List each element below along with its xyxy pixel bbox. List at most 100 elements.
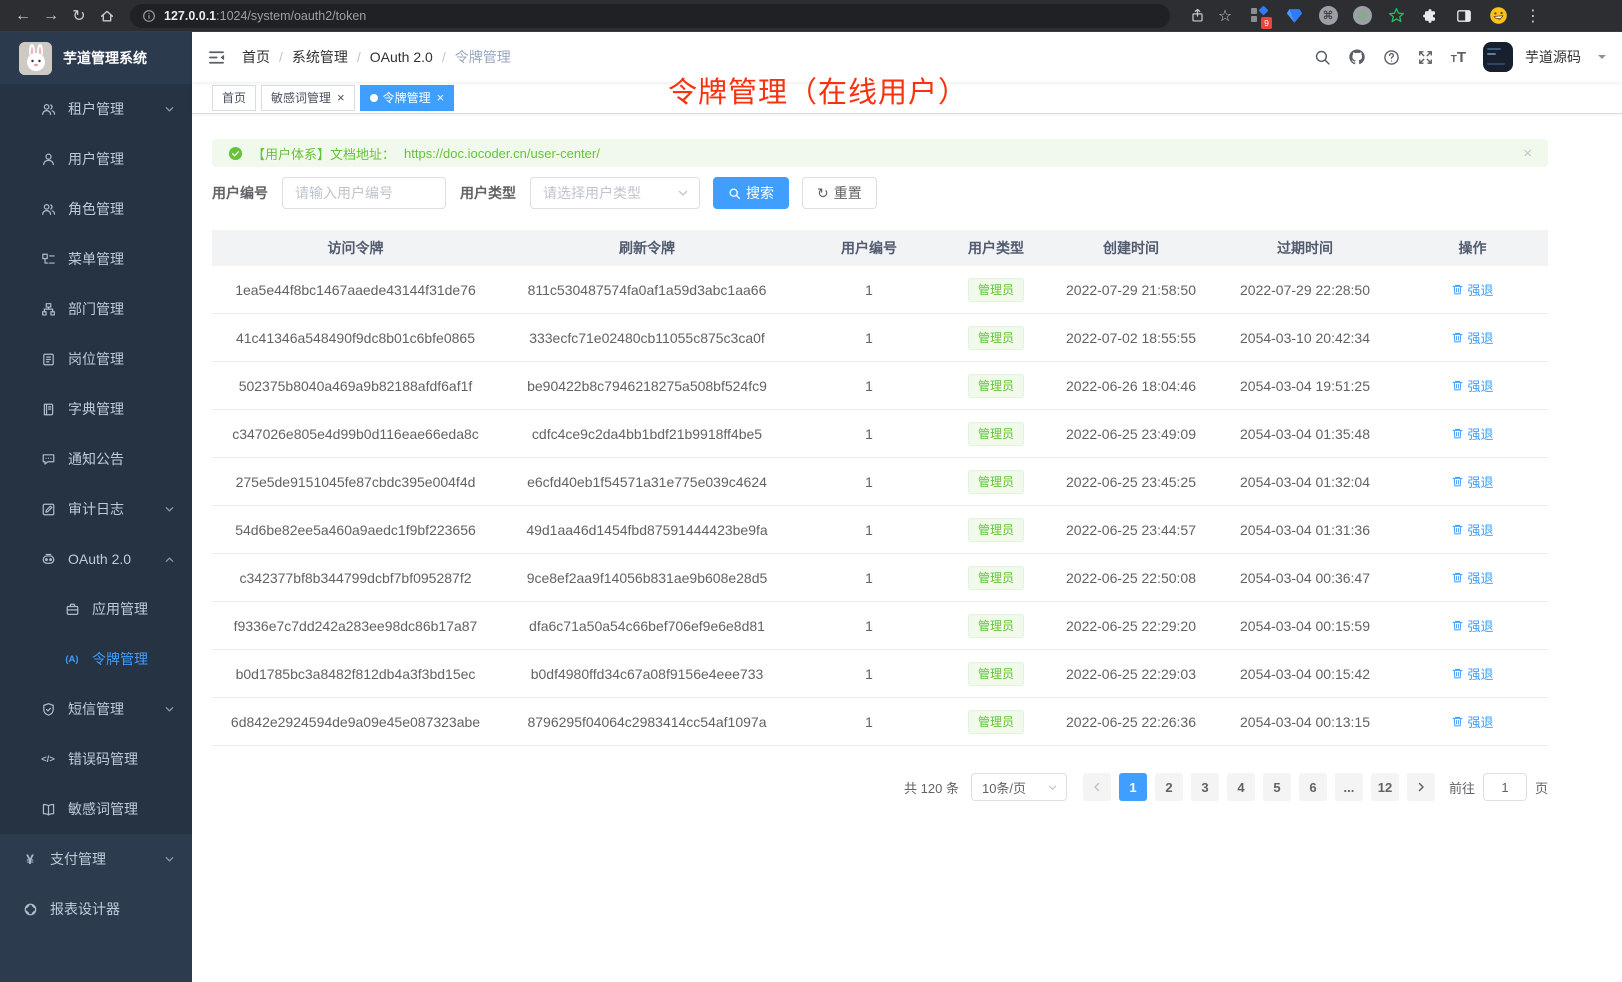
sidebar-item-pay[interactable]: ¥支付管理	[0, 834, 192, 884]
page-size-select[interactable]: 10条/页	[971, 773, 1067, 801]
sidebar-collapse-icon[interactable]	[207, 48, 226, 67]
force-logout-button[interactable]: 强退	[1451, 280, 1493, 299]
breadcrumb-oauth2[interactable]: OAuth 2.0	[370, 49, 433, 65]
breadcrumb-home[interactable]: 首页	[242, 47, 270, 67]
share-icon[interactable]	[1184, 4, 1210, 28]
browser-address-bar[interactable]: 127.0.0.1:1024/system/oauth2/token	[130, 4, 1170, 28]
force-logout-button[interactable]: 强退	[1451, 328, 1493, 347]
github-icon[interactable]	[1348, 48, 1366, 66]
record-extension-icon[interactable]	[1352, 6, 1372, 26]
help-icon[interactable]	[1383, 49, 1400, 66]
sidebar-item-error-code[interactable]: </>错误码管理	[0, 734, 192, 784]
trash-icon	[1451, 475, 1464, 488]
sidebar-item-report[interactable]: 报表设计器	[0, 884, 192, 934]
reset-button[interactable]: ↻ 重置	[802, 177, 877, 209]
page-button-12[interactable]: 12	[1371, 773, 1399, 801]
user-avatar[interactable]	[1483, 42, 1513, 72]
fullscreen-icon[interactable]	[1417, 49, 1434, 66]
force-logout-button[interactable]: 强退	[1451, 664, 1493, 683]
tab-close-icon[interactable]: ×	[437, 91, 445, 104]
page-button-2[interactable]: 2	[1155, 773, 1183, 801]
refresh-token-cell: 9ce8ef2aa9f14056b831ae9b608e28d5	[499, 570, 795, 586]
caret-down-icon[interactable]	[1598, 55, 1606, 63]
notice-icon	[40, 452, 56, 467]
breadcrumb-system[interactable]: 系统管理	[292, 47, 348, 67]
sidebar-item-post[interactable]: 岗位管理	[0, 334, 192, 384]
sidebar-item-menu[interactable]: 菜单管理	[0, 234, 192, 284]
action-label: 强退	[1467, 568, 1493, 587]
browser-menu-icon[interactable]: ⋮	[1520, 4, 1546, 28]
emoji-extension-icon[interactable]	[1488, 6, 1508, 26]
search-icon[interactable]	[1314, 49, 1331, 66]
grid-extension-icon[interactable]: 9	[1250, 6, 1270, 26]
page-button-4[interactable]: 4	[1227, 773, 1255, 801]
action-label: 强退	[1467, 424, 1493, 443]
sidebar-item-notice[interactable]: 通知公告	[0, 434, 192, 484]
page-button-1[interactable]: 1	[1119, 773, 1147, 801]
user-id-cell: 1	[795, 522, 943, 538]
sidebar-item-user[interactable]: 用户管理	[0, 134, 192, 184]
create-time-cell: 2022-06-25 22:29:20	[1049, 618, 1213, 634]
search-button[interactable]: 搜索	[713, 177, 789, 209]
yen-icon: ¥	[22, 851, 38, 867]
user-type-select[interactable]: 请选择用户类型	[530, 177, 700, 209]
browser-forward-icon[interactable]: →	[38, 4, 64, 28]
force-logout-button[interactable]: 强退	[1451, 712, 1493, 731]
browser-back-icon[interactable]: ←	[10, 4, 36, 28]
user-id-input[interactable]	[282, 177, 446, 209]
more-pages-button[interactable]: ...	[1335, 773, 1363, 801]
sidebar-item-label: 短信管理	[68, 699, 124, 719]
page-button-5[interactable]: 5	[1263, 773, 1291, 801]
sidebar-item-dict[interactable]: 字典管理	[0, 384, 192, 434]
command-extension-icon[interactable]: ⌘	[1318, 6, 1338, 26]
pager: 123456...12	[1079, 773, 1439, 801]
sidebar-item-dept[interactable]: 部门管理	[0, 284, 192, 334]
sidebar-item-audit-log[interactable]: 审计日志	[0, 484, 192, 534]
next-page-button[interactable]	[1407, 773, 1435, 801]
sidebar-item-role[interactable]: 角色管理	[0, 184, 192, 234]
force-logout-button[interactable]: 强退	[1451, 424, 1493, 443]
alert-text: 【用户体系】文档地址：	[252, 144, 395, 163]
sidebar-item-oauth2-token[interactable]: (A)令牌管理	[0, 634, 192, 684]
tab-首页[interactable]: 首页	[212, 85, 256, 111]
user-name[interactable]: 芋道源码	[1525, 47, 1581, 67]
force-logout-button[interactable]: 强退	[1451, 472, 1493, 491]
force-logout-button[interactable]: 强退	[1451, 616, 1493, 635]
page-button-6[interactable]: 6	[1299, 773, 1327, 801]
access-token-cell: b0d1785bc3a8482f812db4a3f3bd15ec	[212, 666, 499, 682]
page-button-3[interactable]: 3	[1191, 773, 1219, 801]
sidebar-item-sensitive-word[interactable]: 敏感词管理	[0, 784, 192, 834]
font-size-icon[interactable]: TT	[1451, 49, 1466, 66]
user-type-cell: 管理员	[943, 710, 1049, 734]
browser-reload-icon[interactable]: ↻	[66, 4, 92, 28]
star-extension-icon[interactable]	[1386, 6, 1406, 26]
page-info-icon[interactable]	[142, 9, 156, 23]
sidebar-extension-icon[interactable]	[1454, 6, 1474, 26]
puzzle-extension-icon[interactable]	[1420, 6, 1440, 26]
trash-icon	[1451, 523, 1464, 536]
sidebar-item-oauth2-client[interactable]: 应用管理	[0, 584, 192, 634]
bookmark-star-icon[interactable]: ☆	[1212, 4, 1238, 28]
browser-home-icon[interactable]	[94, 4, 120, 28]
action-label: 强退	[1467, 376, 1493, 395]
force-logout-button[interactable]: 强退	[1451, 520, 1493, 539]
gem-extension-icon[interactable]	[1284, 6, 1304, 26]
sidebar-item-sms[interactable]: 短信管理	[0, 684, 192, 734]
doc-link[interactable]: https://doc.iocoder.cn/user-center/	[404, 146, 600, 161]
tab-close-icon[interactable]: ×	[337, 91, 345, 104]
table-row: 54d6be82ee5a460a9aedc1f9bf22365649d1aa46…	[212, 506, 1548, 554]
action-label: 强退	[1467, 280, 1493, 299]
alert-close-icon[interactable]: ×	[1523, 146, 1532, 161]
trash-icon	[1451, 427, 1464, 440]
breadcrumb-current: 令牌管理	[455, 47, 511, 67]
action-cell: 强退	[1397, 328, 1548, 347]
force-logout-button[interactable]: 强退	[1451, 376, 1493, 395]
prev-page-button[interactable]	[1083, 773, 1111, 801]
sidebar-item-oauth2[interactable]: OAuth 2.0	[0, 534, 192, 584]
sidebar-item-tenant[interactable]: 租户管理	[0, 84, 192, 134]
tab-敏感词管理[interactable]: 敏感词管理×	[261, 85, 355, 111]
tab-令牌管理[interactable]: 令牌管理×	[360, 85, 455, 111]
goto-page-input[interactable]	[1483, 773, 1527, 801]
expire-time-cell: 2054-03-04 00:15:42	[1213, 666, 1397, 682]
force-logout-button[interactable]: 强退	[1451, 568, 1493, 587]
